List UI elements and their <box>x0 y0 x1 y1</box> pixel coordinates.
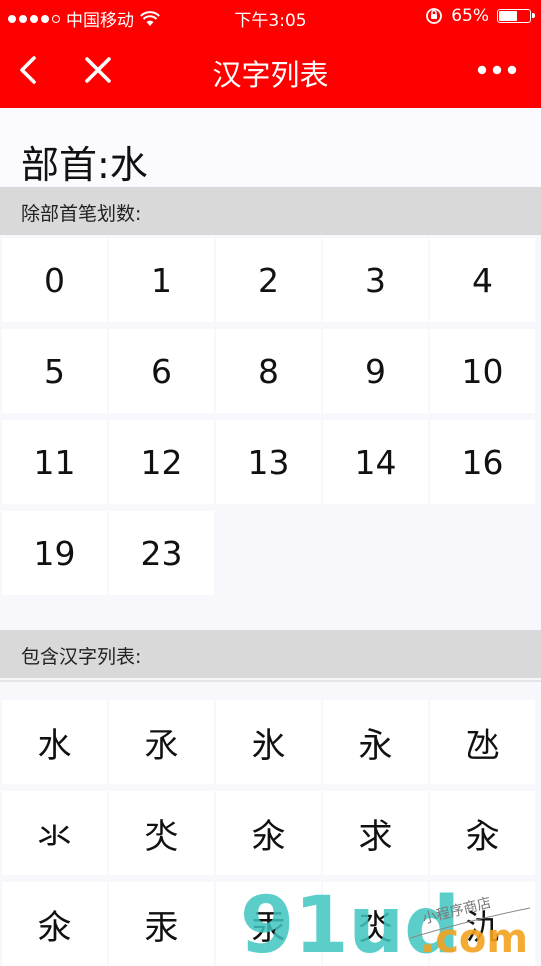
char-cell[interactable]: 汞 <box>216 882 321 966</box>
orientation-lock-icon <box>426 8 443 24</box>
char-cell[interactable]: 氹 <box>430 700 535 784</box>
char-cell[interactable]: 求 <box>323 791 428 875</box>
char-cell[interactable]: 氼 <box>109 791 214 875</box>
stroke-count-cell[interactable]: 16 <box>430 420 535 504</box>
char-cell[interactable]: 氷 <box>216 700 321 784</box>
char-cell[interactable]: 水 <box>2 700 107 784</box>
stroke-count-cell[interactable]: 0 <box>2 238 107 322</box>
char-cell[interactable]: 氶 <box>109 700 214 784</box>
stroke-count-cell[interactable]: 9 <box>323 329 428 413</box>
radical-row: 部首:水 <box>0 108 541 187</box>
stroke-count-cell[interactable]: 1 <box>109 238 214 322</box>
strokes-section-header: 除部首笔划数: <box>0 187 541 235</box>
nav-bar: 汉字列表 <box>0 34 541 108</box>
more-dots-icon <box>477 65 517 75</box>
stroke-count-cell[interactable]: 3 <box>323 238 428 322</box>
more-button[interactable] <box>467 48 527 92</box>
stroke-count-cell[interactable]: 4 <box>430 238 535 322</box>
char-cell[interactable]: 氼 <box>323 882 428 966</box>
strokes-section-title: 除部首笔划数: <box>21 203 142 225</box>
char-cell[interactable]: 氺 <box>2 791 107 875</box>
stroke-count-cell[interactable]: 2 <box>216 238 321 322</box>
char-cell[interactable]: 汞 <box>109 882 214 966</box>
char-cell[interactable]: 氽 <box>216 791 321 875</box>
status-right: 65% <box>425 6 535 26</box>
battery-icon <box>497 9 535 23</box>
stroke-count-cell[interactable]: 6 <box>109 329 214 413</box>
char-cell[interactable]: 氽 <box>2 882 107 966</box>
close-button[interactable] <box>76 48 120 92</box>
char-cell[interactable]: 氿 <box>430 882 535 966</box>
stroke-count-cell[interactable]: 8 <box>216 329 321 413</box>
chevron-left-icon <box>20 56 36 84</box>
back-button[interactable] <box>6 48 50 92</box>
stroke-count-cell[interactable]: 13 <box>216 420 321 504</box>
status-bar: 中国移动 下午3:05 65% <box>0 0 541 34</box>
stroke-count-cell[interactable]: 14 <box>323 420 428 504</box>
radical-label: 部首:水 <box>21 143 148 187</box>
carrier-name: 中国移动 <box>66 11 134 31</box>
char-cell[interactable]: 永 <box>323 700 428 784</box>
chars-section-title: 包含汉字列表: <box>21 646 142 668</box>
battery-percent: 65% <box>451 6 489 26</box>
char-cell[interactable]: 汆 <box>430 791 535 875</box>
stroke-count-cell[interactable]: 11 <box>2 420 107 504</box>
stroke-count-cell[interactable]: 23 <box>109 511 214 595</box>
stroke-count-cell[interactable]: 19 <box>2 511 107 595</box>
stroke-count-cell[interactable]: 12 <box>109 420 214 504</box>
wifi-icon <box>140 10 160 26</box>
section-divider <box>0 680 541 682</box>
close-icon <box>85 57 111 83</box>
strokes-grid: 0 1 2 3 4 5 6 8 9 10 11 12 13 14 16 19 23 <box>0 238 541 595</box>
stroke-count-cell[interactable]: 5 <box>2 329 107 413</box>
stroke-count-cell[interactable]: 10 <box>430 329 535 413</box>
chars-section-header: 包含汉字列表: <box>0 630 541 678</box>
chars-grid: 水氶氷永氹氺氼氽求汆氽汞汞氼氿 <box>0 700 541 966</box>
signal-strength-icon <box>8 14 60 23</box>
status-left: 中国移动 <box>8 6 160 31</box>
